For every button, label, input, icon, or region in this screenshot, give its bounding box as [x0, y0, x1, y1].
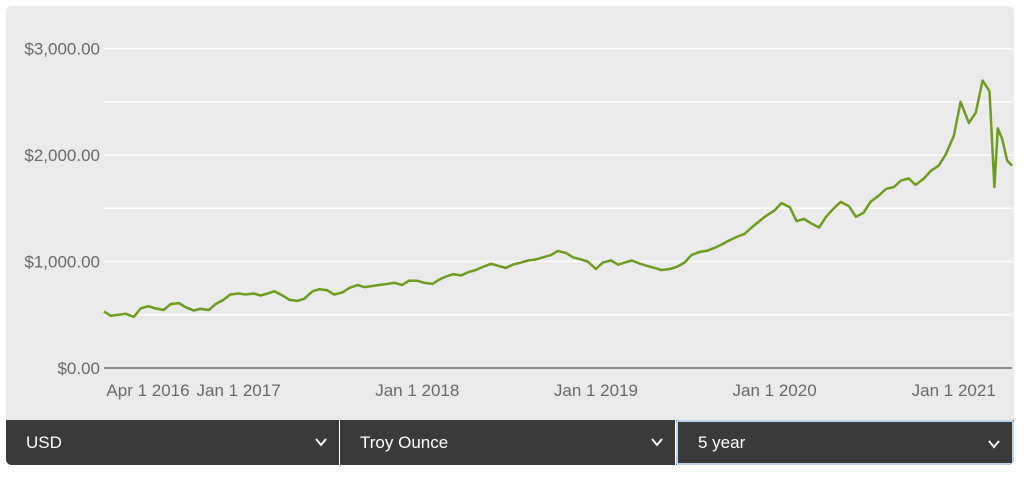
x-tick-label: Jan 1 2017 — [197, 381, 281, 400]
chevron-down-icon — [315, 438, 327, 447]
chevron-down-icon — [651, 438, 663, 447]
x-tick-label: Jan 1 2019 — [554, 381, 638, 400]
y-tick-label: $3,000.00 — [24, 40, 100, 59]
series-layer — [103, 79, 1013, 319]
unit-select[interactable]: Troy Ounce — [340, 420, 676, 465]
chart-controls: USD Troy Ounce 5 year — [6, 420, 1014, 465]
x-tick-label: Apr 1 2016 — [106, 381, 189, 400]
x-axis-ticks: Apr 1 2016 Jan 1 2017 Jan 1 2018 Jan 1 2019… — [106, 381, 995, 400]
y-tick-label: $1,000.00 — [24, 253, 100, 272]
series-line — [103, 79, 1013, 319]
y-axis-ticks: $3,000.00 $2,000.00 $1,000.00 $0.00 — [24, 40, 100, 378]
unit-select-value: Troy Ounce — [360, 432, 449, 452]
x-tick-label: Jan 1 2021 — [912, 381, 996, 400]
chevron-down-icon — [988, 440, 1000, 449]
period-select-value: 5 year — [698, 432, 746, 452]
chart-panel: $3,000.00 $2,000.00 $1,000.00 $0.00 Apr 1 2… — [6, 6, 1014, 420]
period-select[interactable]: 5 year — [676, 420, 1014, 465]
price-chart: $3,000.00 $2,000.00 $1,000.00 $0.00 Apr 1 2… — [24, 40, 1013, 400]
x-tick-label: Jan 1 2018 — [375, 381, 459, 400]
currency-select[interactable]: USD — [6, 420, 340, 465]
currency-select-value: USD — [26, 432, 62, 452]
y-tick-label: $2,000.00 — [24, 146, 100, 165]
x-tick-label: Jan 1 2020 — [733, 381, 817, 400]
y-tick-label: $0.00 — [57, 359, 100, 378]
gridlines — [104, 47, 1012, 369]
